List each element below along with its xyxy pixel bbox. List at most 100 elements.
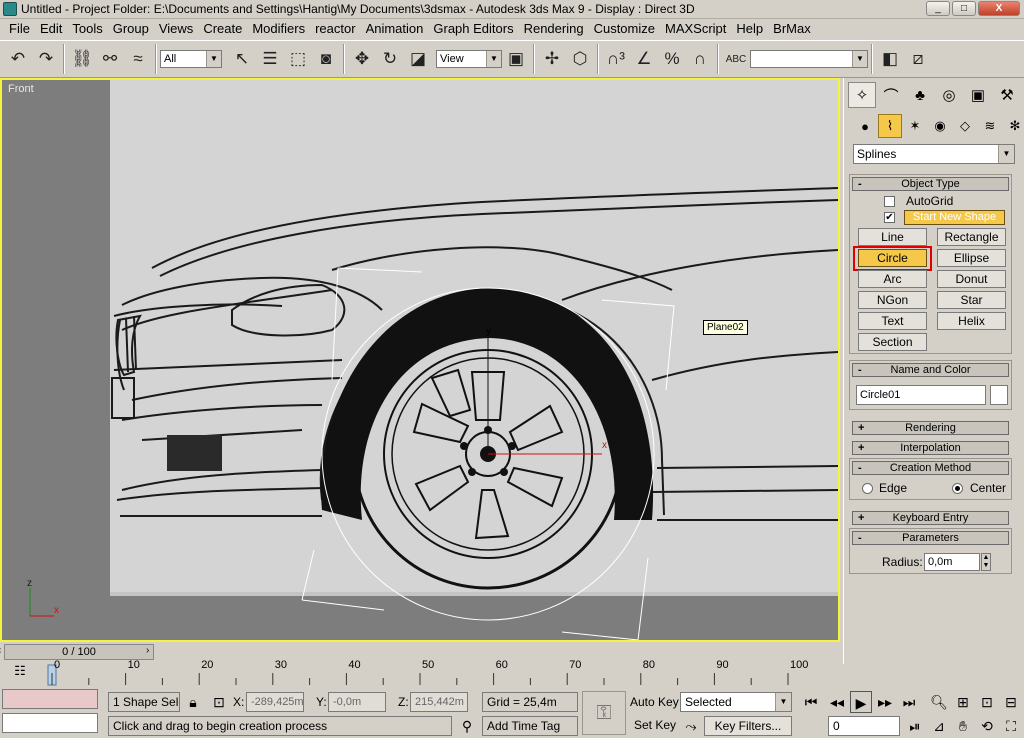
menu-group[interactable]: Group <box>108 20 154 38</box>
object-color-swatch[interactable] <box>990 385 1008 405</box>
name-color-header[interactable]: - Name and Color <box>852 363 1009 377</box>
set-key-icon[interactable]: ⚿ <box>582 691 626 735</box>
display-tab-icon[interactable]: ▣ <box>964 82 992 108</box>
utilities-tab-icon[interactable]: ⚒ <box>993 82 1021 108</box>
lights-icon[interactable]: ✶ <box>903 114 927 138</box>
maxscript-input-mini[interactable] <box>2 713 98 733</box>
maximize-button[interactable]: □ <box>952 1 976 16</box>
select-by-name-icon[interactable]: ☰ <box>256 44 284 74</box>
snaps-toggle-icon[interactable]: ∩³ <box>602 44 630 74</box>
parameters-header[interactable]: - Parameters <box>852 531 1009 545</box>
pan-icon[interactable]: ✋︎ <box>952 715 974 737</box>
next-frame-arrow-icon[interactable]: › <box>146 645 156 656</box>
menu-file[interactable]: File <box>4 20 35 38</box>
go-to-end-icon[interactable]: ⏭ <box>898 691 920 713</box>
viewport-label[interactable]: Front <box>8 83 34 95</box>
menu-maxscript[interactable]: MAXScript <box>660 20 731 38</box>
radius-input[interactable]: 0,0m <box>924 553 980 571</box>
cameras-icon[interactable]: ◉ <box>928 114 952 138</box>
zoom-icon[interactable]: 🔍︎ <box>928 691 950 713</box>
zoom-all-icon[interactable]: ⊞ <box>952 691 974 713</box>
menu-create[interactable]: Create <box>198 20 247 38</box>
undo-icon[interactable]: ↶ <box>4 44 32 74</box>
center-radio[interactable] <box>952 483 963 494</box>
modify-tab-icon[interactable]: ⌒ <box>877 82 905 108</box>
select-object-icon[interactable]: ↖ <box>228 44 256 74</box>
spinner-snap-icon[interactable]: ∩ <box>686 44 714 74</box>
systems-icon[interactable]: ✻ <box>1003 114 1024 138</box>
menu-modifiers[interactable]: Modifiers <box>247 20 310 38</box>
maximize-viewport-icon[interactable]: ⛶ <box>1000 715 1022 737</box>
menu-tools[interactable]: Tools <box>67 20 107 38</box>
menu-reactor[interactable]: reactor <box>310 20 360 38</box>
set-key-button[interactable]: Set Key <box>634 716 676 734</box>
keyboard-shortcut-override-icon[interactable]: ⬡ <box>566 44 594 74</box>
menu-edit[interactable]: Edit <box>35 20 67 38</box>
lock-selection-icon[interactable]: 🔒︎ <box>182 691 204 713</box>
space-warps-icon[interactable]: ≋ <box>978 114 1002 138</box>
keyboard-entry-header[interactable]: + Keyboard Entry <box>852 511 1009 525</box>
viewport-canvas[interactable]: y x z x <box>2 80 838 640</box>
go-to-start-icon[interactable]: ⏮ <box>800 691 822 713</box>
interpolation-header[interactable]: + Interpolation <box>852 441 1009 455</box>
bind-to-space-warp-icon[interactable]: ≈ <box>124 44 152 74</box>
menu-customize[interactable]: Customize <box>589 20 660 38</box>
default-in-out-tangents-icon[interactable]: ⤳ <box>680 715 702 737</box>
key-mode-dropdown[interactable]: Selected ▼ <box>680 692 792 712</box>
key-mode-toggle-icon[interactable]: ⏯ <box>904 715 926 737</box>
hierarchy-tab-icon[interactable]: ♣ <box>906 82 934 108</box>
named-selection-dropdown[interactable]: ▼ <box>750 50 868 68</box>
3dsmax-app-icon[interactable] <box>3 2 17 16</box>
align-icon[interactable]: ⧄ <box>904 44 932 74</box>
helpers-icon[interactable]: ◇ <box>953 114 977 138</box>
select-and-scale-icon[interactable]: ◪ <box>404 44 432 74</box>
object-type-header[interactable]: - Object Type <box>852 177 1009 191</box>
select-and-manipulate-icon[interactable]: ✢ <box>538 44 566 74</box>
time-slider-thumb[interactable]: 0 / 100 <box>4 644 154 660</box>
zoom-extents-icon[interactable]: ⊡ <box>976 691 998 713</box>
time-tag-icon[interactable]: ⚲ <box>456 715 478 737</box>
star-button[interactable]: Star <box>937 291 1006 309</box>
window-crossing-icon[interactable]: ◙ <box>312 44 340 74</box>
next-frame-icon[interactable]: ▸▸ <box>874 691 896 713</box>
object-name-input[interactable]: Circle01 <box>856 385 986 405</box>
geometry-icon[interactable]: ● <box>853 114 877 138</box>
menu-graph-editors[interactable]: Graph Editors <box>428 20 518 38</box>
helix-button[interactable]: Helix <box>937 312 1006 330</box>
z-coord-field[interactable]: 215,442m <box>410 692 468 712</box>
current-frame-field[interactable]: 0 <box>828 716 900 736</box>
field-of-view-icon[interactable]: ⊿ <box>928 715 950 737</box>
rendering-header[interactable]: + Rendering <box>852 421 1009 435</box>
create-tab-icon[interactable]: ✧ <box>848 82 876 108</box>
percent-snap-icon[interactable]: % <box>658 44 686 74</box>
ellipse-button[interactable]: Ellipse <box>937 249 1006 267</box>
menu-help[interactable]: Help <box>731 20 768 38</box>
motion-tab-icon[interactable]: ◎ <box>935 82 963 108</box>
start-new-shape-button[interactable]: Start New Shape <box>904 210 1005 225</box>
donut-button[interactable]: Donut <box>937 270 1006 288</box>
creation-method-header[interactable]: - Creation Method <box>852 461 1009 475</box>
zoom-extents-all-icon[interactable]: ⊟ <box>1000 691 1022 713</box>
x-coord-field[interactable]: -289,425m <box>246 692 304 712</box>
autogrid-checkbox[interactable] <box>884 196 895 207</box>
minimize-button[interactable]: _ <box>926 1 950 16</box>
menu-views[interactable]: Views <box>154 20 198 38</box>
edge-radio[interactable] <box>862 483 873 494</box>
shapes-icon[interactable]: ⌇ <box>878 114 902 138</box>
maxscript-listener-mini[interactable] <box>2 689 98 709</box>
edit-named-selection-icon[interactable]: ABC <box>722 44 750 74</box>
arc-rotate-icon[interactable]: ⟲ <box>976 715 998 737</box>
key-filters-button[interactable]: Key Filters... <box>704 716 792 736</box>
reference-coordinate-dropdown[interactable]: View ▼ <box>436 50 502 68</box>
start-new-shape-checkbox[interactable]: ✔ <box>884 212 895 223</box>
select-and-move-icon[interactable]: ✥ <box>348 44 376 74</box>
y-coord-field[interactable]: -0,0m <box>328 692 386 712</box>
category-dropdown[interactable]: Splines ▼ <box>853 144 1015 164</box>
unlink-selection-icon[interactable]: ⚯ <box>96 44 124 74</box>
line-button[interactable]: Line <box>858 228 927 246</box>
angle-snap-icon[interactable]: ∠ <box>630 44 658 74</box>
auto-key-button[interactable]: Auto Key <box>630 693 679 711</box>
select-and-rotate-icon[interactable]: ↻ <box>376 44 404 74</box>
radius-spinner[interactable]: ▲ ▼ <box>981 553 991 571</box>
rectangular-selection-icon[interactable]: ⬚ <box>284 44 312 74</box>
